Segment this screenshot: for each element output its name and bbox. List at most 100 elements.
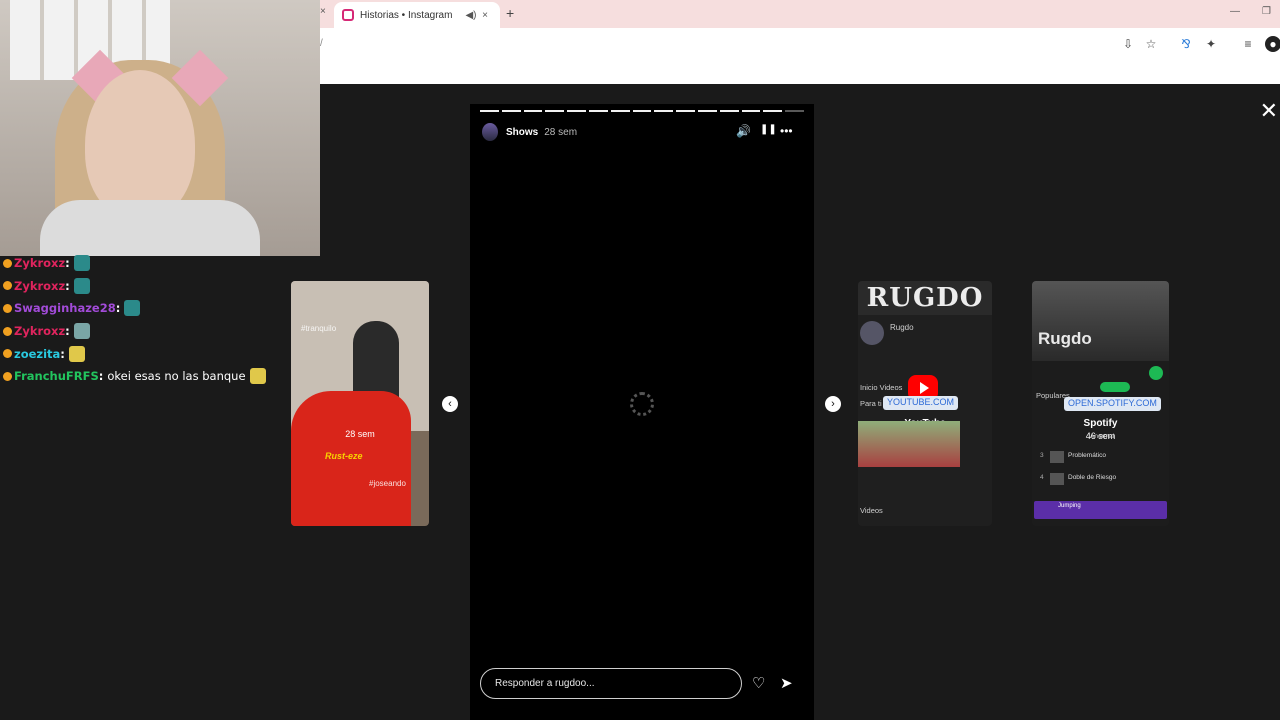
progress-segment [545, 110, 565, 112]
artist-name: Rugdo [1038, 329, 1092, 348]
address-bar[interactable]: / [320, 38, 323, 49]
chat-username[interactable]: zoezita [14, 347, 60, 361]
progress-segment [588, 110, 608, 112]
chat-emote-icon [68, 345, 85, 362]
spotify-link-sticker[interactable]: OPEN.SPOTIFY.COM [1064, 397, 1161, 411]
more-options-icon[interactable]: ••• [780, 124, 793, 138]
chat-badge-icon [3, 303, 12, 313]
story-header: Shows 28 sem 🔊 ❚❚ ••• [482, 122, 802, 142]
stream-chat: Zykroxz: Zykroxz: Swagginhaze28: Zykroxz: zo… [0, 252, 290, 388]
chat-message: Swagginhaze28: [0, 297, 290, 320]
instagram-icon [342, 9, 354, 21]
loading-spinner-icon [630, 392, 654, 416]
chat-badge-icon [3, 349, 12, 359]
chat-message: Zykroxz: [0, 320, 290, 343]
chat-username[interactable]: Swagginhaze28 [14, 301, 116, 315]
progress-segment [719, 110, 739, 112]
star-icon[interactable]: ☆ [1143, 36, 1159, 52]
chat-badge-icon [3, 281, 12, 291]
streamer-face [85, 70, 195, 220]
progress-segment [567, 110, 586, 112]
track-name: Anormal [1090, 433, 1115, 440]
story-time: 28 sem [544, 126, 578, 138]
profile-icon[interactable]: ● [1265, 36, 1280, 52]
story-hashtag-top: #tranquilo [301, 324, 337, 333]
progress-segment [741, 110, 761, 112]
story-hashtag-bottom: #joseando [369, 479, 406, 488]
video-thumbnail [858, 421, 960, 467]
chat-username[interactable]: Zykroxz [14, 256, 65, 270]
media-icon[interactable]: ≡ [1240, 36, 1256, 52]
new-tab-button[interactable]: + [506, 5, 514, 21]
reply-input[interactable]: Responder a rugdoo... [480, 668, 742, 699]
pause-icon[interactable]: ❚❚ [760, 124, 777, 135]
tab-title: Historias • Instagram [360, 9, 453, 21]
mute-icon[interactable]: 🔊 [736, 124, 751, 138]
track-row: 4 Doble de Riesgo [1040, 473, 1165, 487]
progress-segment [676, 110, 695, 112]
progress-segment [697, 110, 717, 112]
channel-avatar [860, 321, 884, 345]
install-icon[interactable]: ⇩ [1120, 36, 1136, 52]
channel-tabs: Inicio Videos [860, 383, 903, 392]
extensions-icon[interactable]: ✦ [1203, 36, 1219, 52]
tab-instagram[interactable]: Historias • Instagram ◀) × [334, 2, 500, 28]
youtube-link-sticker[interactable]: YOUTUBE.COM [883, 396, 959, 410]
screen: × Historias • Instagram ◀) × + — ❐ / ⇩ ☆… [0, 0, 1280, 720]
spotify-logo-icon [1100, 382, 1130, 392]
progress-segment [610, 110, 630, 112]
progress-segment [632, 110, 652, 112]
prev-story-time: 28 sem [345, 429, 375, 439]
chat-emote-icon [73, 255, 90, 272]
chat-emote-icon [73, 277, 90, 294]
track-row: 3 Problemático [1040, 451, 1165, 465]
tab-close-icon[interactable]: × [478, 10, 492, 21]
chat-badge-icon [3, 258, 12, 268]
progress-segment [763, 110, 783, 112]
chat-emote-icon [249, 368, 266, 385]
story-username[interactable]: Shows [506, 127, 538, 138]
next2-story-label: Spotify [1083, 418, 1118, 429]
restore-icon[interactable]: ❐ [1262, 6, 1271, 17]
progress-segment [523, 110, 543, 112]
channel-name: Rugdo [890, 323, 914, 332]
chat-username[interactable]: FranchuFRFS [14, 369, 99, 383]
progress-segment [654, 110, 674, 112]
prev-story-card[interactable]: Rust-eze #tranquilo 28 sem #joseando [291, 281, 429, 526]
chat-username[interactable]: Zykroxz [14, 279, 65, 293]
car-text: Rust-eze [325, 451, 363, 461]
chat-badge-icon [3, 371, 12, 381]
chat-emote-icon [73, 323, 90, 340]
tab-audio-icon[interactable]: ◀) [464, 10, 478, 21]
now-playing-title: Jumping [1058, 503, 1081, 509]
like-heart-icon[interactable]: ♡ [752, 674, 765, 692]
tab-close-left-icon[interactable]: × [320, 6, 326, 17]
progress-segment [785, 110, 804, 112]
chat-message: Zykroxz: [0, 275, 290, 298]
chat-username[interactable]: Zykroxz [14, 324, 65, 338]
spotify-play-icon [1149, 366, 1163, 380]
prev-story-button[interactable]: ‹ [442, 396, 458, 412]
next-story-button[interactable]: › [825, 396, 841, 412]
minimize-icon[interactable]: — [1230, 6, 1240, 17]
chat-message: FranchuFRFS: okei esas no las banque [0, 365, 290, 388]
channel-banner: RUGDO [858, 281, 992, 315]
chat-message: Zykroxz: [0, 252, 290, 275]
chat-badge-icon [3, 326, 12, 336]
webcam-overlay [0, 0, 320, 256]
send-icon[interactable]: ➤ [780, 674, 793, 692]
story-progress-bar [480, 110, 804, 112]
avatar[interactable] [482, 123, 498, 141]
translate-icon[interactable]: ⅋ [1178, 36, 1194, 52]
chat-message: zoezita: [0, 342, 290, 365]
next-story-card-spotify[interactable]: Rugdo Populares OPEN.SPOTIFY.COM Spotify… [1032, 281, 1169, 526]
current-story[interactable]: Shows 28 sem 🔊 ❚❚ ••• Responder a rugdoo… [470, 104, 814, 720]
chat-text: okei esas no las banque [107, 369, 246, 384]
close-stories-icon[interactable]: ✕ [1260, 98, 1278, 124]
chat-emote-icon [124, 300, 141, 317]
progress-segment [501, 110, 521, 112]
videos-section: Videos [860, 506, 883, 515]
next-story-card-youtube[interactable]: RUGDO Rugdo Inicio Videos Para ti YOUTUB… [858, 281, 992, 526]
now-playing-bar: Jumping [1034, 501, 1167, 519]
artist-hero-image [1032, 281, 1169, 361]
